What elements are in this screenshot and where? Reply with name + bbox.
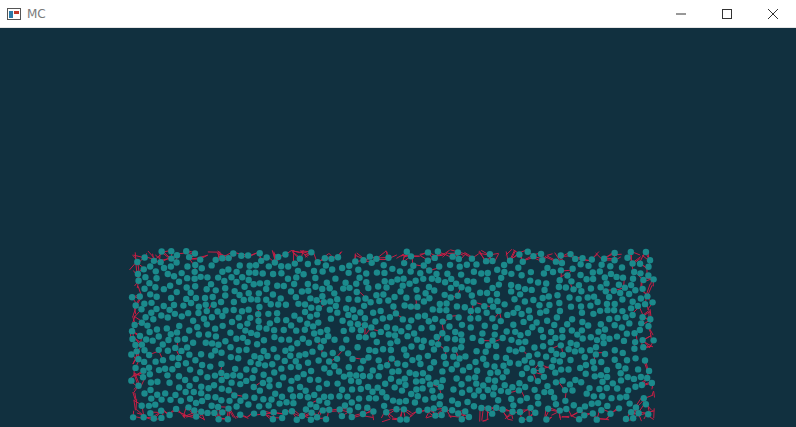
maximize-button[interactable]: [704, 0, 750, 27]
close-icon: [767, 8, 779, 20]
window-title: MC: [27, 7, 658, 21]
minimize-button[interactable]: [658, 0, 704, 27]
app-window: MC: [0, 0, 796, 427]
maximize-icon: [721, 8, 733, 20]
close-button[interactable]: [750, 0, 796, 27]
title-bar[interactable]: MC: [0, 0, 796, 28]
simulation-view: [0, 28, 796, 427]
simulation-canvas: [0, 28, 796, 426]
app-icon: [7, 7, 21, 21]
minimize-icon: [675, 8, 687, 20]
